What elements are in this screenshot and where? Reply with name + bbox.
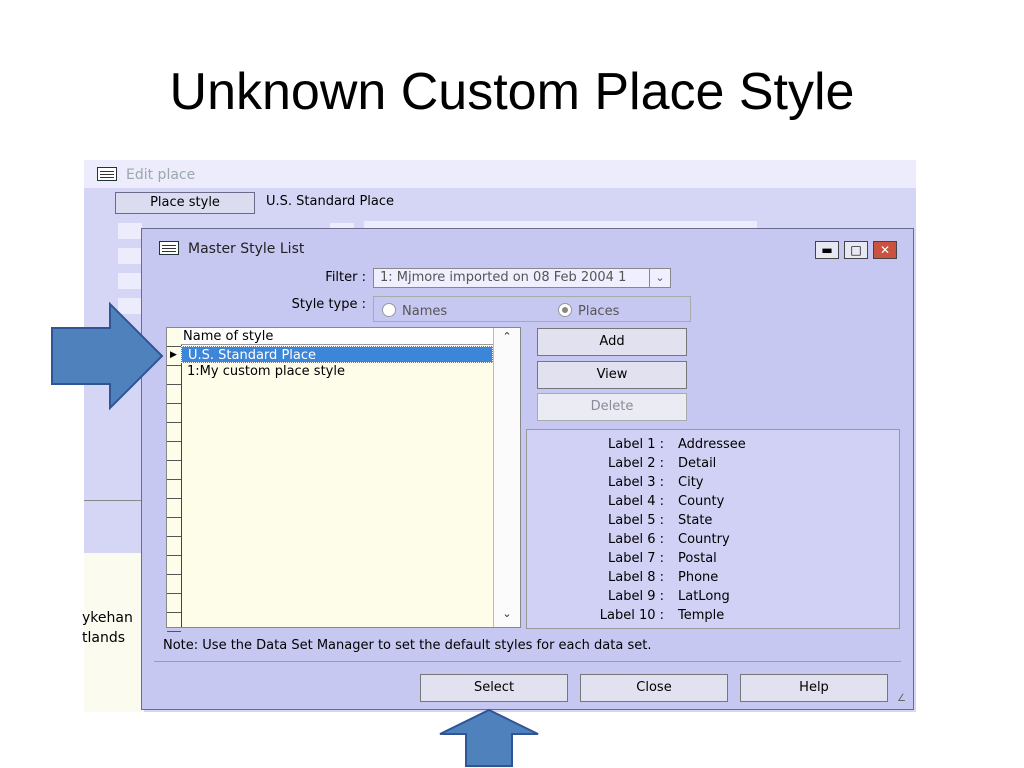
label-value: Temple [678, 608, 725, 623]
label-row: Label 1 : Addressee [527, 437, 901, 456]
label-key: Label 6 : [608, 532, 664, 547]
maximize-icon[interactable]: □ [844, 241, 868, 259]
view-button[interactable]: View [537, 361, 687, 389]
label-row: Label 7 : Postal [527, 551, 901, 570]
label-key: Label 9 : [608, 589, 664, 604]
radio-places[interactable]: Places [558, 303, 619, 319]
radio-selected-icon [558, 303, 572, 317]
partial-text: tlands [82, 630, 126, 646]
list-header: Name of style [181, 328, 493, 345]
filter-value: 1: Mjmore imported on 08 Feb 2004 1 [380, 270, 627, 285]
radio-names-label: Names [402, 304, 448, 319]
list-item[interactable]: U.S. Standard Place [181, 346, 493, 363]
edit-place-field[interactable] [118, 248, 142, 264]
edit-place-lower-panel: ykehan tlands [82, 553, 144, 712]
edit-place-field[interactable] [118, 273, 142, 289]
slide-title: Unknown Custom Place Style [169, 63, 855, 121]
divider [154, 661, 901, 662]
place-style-button[interactable]: Place style [115, 192, 255, 214]
label-key: Label 1 : [608, 437, 664, 452]
place-style-value: U.S. Standard Place [266, 194, 395, 209]
edit-place-title: Edit place [126, 167, 196, 183]
label-key: Label 4 : [608, 494, 664, 509]
filter-select[interactable]: 1: Mjmore imported on 08 Feb 2004 1 ⌄ [373, 268, 671, 288]
label-value: Addressee [678, 437, 746, 452]
divider [84, 500, 144, 501]
master-style-list-dialog: Master Style List ▬ □ ✕ Filter : 1: Mjmo… [141, 228, 914, 710]
help-button[interactable]: Help [740, 674, 888, 702]
right-arrow-callout-icon [51, 301, 164, 411]
chevron-down-icon[interactable]: ⌄ [494, 607, 520, 625]
chevron-down-icon[interactable]: ⌄ [649, 269, 670, 287]
label-value: Postal [678, 551, 717, 566]
radio-icon [382, 303, 396, 317]
label-value: Phone [678, 570, 719, 585]
window-form-icon [97, 167, 117, 181]
resize-grip-icon[interactable]: ∠ [897, 693, 909, 705]
row-pointer-icon: ▶ [170, 350, 177, 360]
label-value: Detail [678, 456, 717, 471]
dialog-title: Master Style List [188, 241, 305, 257]
close-icon[interactable]: ✕ [873, 241, 897, 259]
edit-place-titlebar: Edit place [84, 160, 916, 188]
note-text: Note: Use the Data Set Manager to set th… [163, 638, 652, 653]
list-item[interactable]: 1:My custom place style [181, 363, 493, 380]
label-row: Label 4 : County [527, 494, 901, 513]
label-key: Label 5 : [608, 513, 664, 528]
minimize-icon[interactable]: ▬ [815, 241, 839, 259]
label-row: Label 2 : Detail [527, 456, 901, 475]
label-value: City [678, 475, 704, 490]
style-type-label: Style type : [291, 297, 366, 312]
label-value: LatLong [678, 589, 730, 604]
filter-label: Filter : [325, 270, 366, 285]
label-row: Label 5 : State [527, 513, 901, 532]
up-arrow-callout-icon [439, 708, 539, 767]
label-row: Label 8 : Phone [527, 570, 901, 589]
label-key: Label 2 : [608, 456, 664, 471]
close-button[interactable]: Close [580, 674, 728, 702]
list-scrollbar[interactable]: ⌃ ⌄ [493, 328, 520, 627]
select-button[interactable]: Select [420, 674, 568, 702]
label-row: Label 9 : LatLong [527, 589, 901, 608]
row-selector-column: ▶ [167, 328, 182, 632]
label-key: Label 10 : [599, 608, 664, 623]
delete-button[interactable]: Delete [537, 393, 687, 421]
label-key: Label 8 : [608, 570, 664, 585]
label-row: Label 3 : City [527, 475, 901, 494]
label-row: Label 10 : Temple [527, 608, 901, 627]
style-list[interactable]: ▶ Name of style U.S. Standard Place 1:My… [166, 327, 521, 632]
label-key: Label 7 : [608, 551, 664, 566]
radio-names[interactable]: Names [382, 303, 447, 319]
partial-text: ykehan [82, 610, 133, 626]
dialog-titlebar: Master Style List ▬ □ ✕ [144, 231, 911, 263]
labels-panel: Label 1 : Addressee Label 2 : Detail Label… [526, 429, 900, 629]
label-key: Label 3 : [608, 475, 664, 490]
edit-place-field[interactable] [118, 223, 142, 239]
label-value: State [678, 513, 713, 528]
add-button[interactable]: Add [537, 328, 687, 356]
style-type-group: Names Places [373, 296, 691, 322]
label-value: County [678, 494, 725, 509]
label-value: Country [678, 532, 730, 547]
chevron-up-icon[interactable]: ⌃ [494, 330, 520, 348]
window-form-icon [159, 241, 179, 255]
label-row: Label 6 : Country [527, 532, 901, 551]
radio-places-label: Places [578, 304, 620, 319]
